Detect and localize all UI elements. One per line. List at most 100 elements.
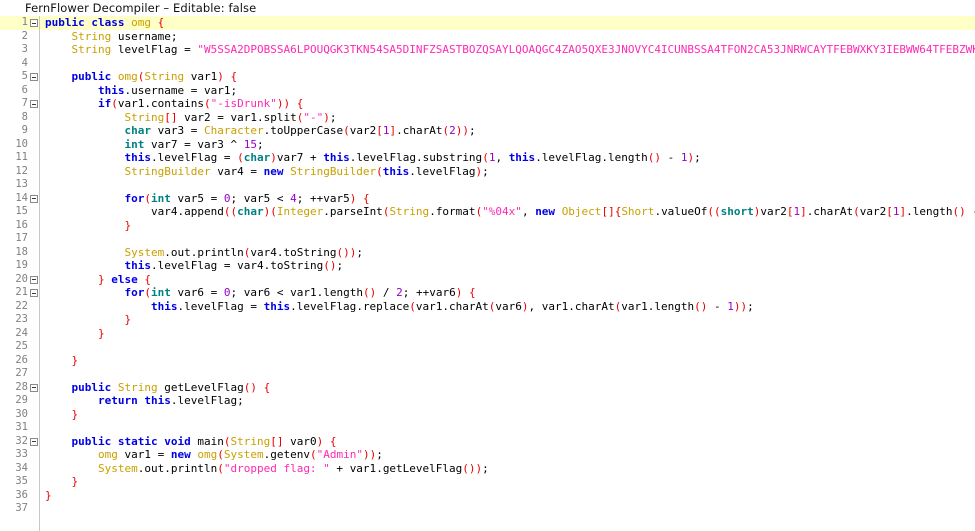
- code-line[interactable]: System.out.println("dropped flag: " + va…: [40, 462, 975, 476]
- gutter-row[interactable]: 17: [0, 232, 39, 246]
- code-line[interactable]: String levelFlag = "W5SSA2DPOBSSA6LPOUQG…: [40, 43, 975, 57]
- gutter-row[interactable]: 15: [0, 205, 39, 219]
- gutter-row[interactable]: 13: [0, 178, 39, 192]
- line-number: 9: [21, 124, 28, 136]
- code-line[interactable]: String[] var2 = var1.split("-");: [40, 111, 975, 125]
- code-line[interactable]: [40, 367, 975, 381]
- code-line[interactable]: public omg(String var1) {: [40, 70, 975, 84]
- code-line[interactable]: [40, 421, 975, 435]
- gutter-row[interactable]: 23: [0, 313, 39, 327]
- gutter-row[interactable]: 2: [0, 30, 39, 44]
- line-number: 3: [21, 43, 28, 55]
- code-line[interactable]: [40, 57, 975, 71]
- gutter-row[interactable]: 28: [0, 381, 39, 395]
- code-line[interactable]: public static void main(String[] var0) {: [40, 435, 975, 449]
- code-editor[interactable]: 1 2 3 4 5 6 7 8 9 10 11 12 13 14 15 16 17 18 19 20 21 22 23 24 2…: [0, 16, 975, 531]
- line-number: 13: [15, 178, 28, 190]
- code-line[interactable]: }: [40, 327, 975, 341]
- code-line[interactable]: [40, 232, 975, 246]
- gutter-row[interactable]: 20: [0, 273, 39, 287]
- code-line[interactable]: [40, 502, 975, 516]
- gutter-row[interactable]: 11: [0, 151, 39, 165]
- gutter-row[interactable]: 8: [0, 111, 39, 125]
- code-line[interactable]: if(var1.contains("-isDrunk")) {: [40, 97, 975, 111]
- code-line[interactable]: } else {: [40, 273, 975, 287]
- code-line[interactable]: String username;: [40, 30, 975, 44]
- code-line[interactable]: this.username = var1;: [40, 84, 975, 98]
- line-number: 28: [15, 380, 28, 393]
- gutter-row[interactable]: 14: [0, 192, 39, 206]
- code-line[interactable]: omg var1 = new omg(System.getenv("Admin"…: [40, 448, 975, 462]
- fold-collapse-icon[interactable]: [30, 73, 38, 81]
- code-line[interactable]: return this.levelFlag;: [40, 394, 975, 408]
- line-number: 15: [15, 205, 28, 217]
- code-line[interactable]: this.levelFlag = var4.toString();: [40, 259, 975, 273]
- gutter-row[interactable]: 19: [0, 259, 39, 273]
- line-number-gutter[interactable]: 1 2 3 4 5 6 7 8 9 10 11 12 13 14 15 16 17 18 19 20 21 22 23 24 2…: [0, 16, 40, 531]
- code-line[interactable]: public String getLevelFlag() {: [40, 381, 975, 395]
- fold-collapse-icon[interactable]: [30, 289, 38, 297]
- gutter-row[interactable]: 16: [0, 219, 39, 233]
- code-line[interactable]: for(int var5 = 0; var5 < 4; ++var5) {: [40, 192, 975, 206]
- code-line[interactable]: }: [40, 408, 975, 422]
- gutter-row[interactable]: 6: [0, 84, 39, 98]
- fold-collapse-icon[interactable]: [30, 19, 38, 27]
- code-line[interactable]: public class omg {: [40, 16, 975, 30]
- gutter-row[interactable]: 31: [0, 421, 39, 435]
- code-line[interactable]: }: [40, 313, 975, 327]
- code-line[interactable]: for(int var6 = 0; var6 < var1.length() /…: [40, 286, 975, 300]
- code-area[interactable]: public class omg { String username; Stri…: [40, 16, 975, 531]
- gutter-row[interactable]: 12: [0, 165, 39, 179]
- gutter-row[interactable]: 35: [0, 475, 39, 489]
- gutter-row[interactable]: 18: [0, 246, 39, 260]
- gutter-row[interactable]: 32: [0, 435, 39, 449]
- fold-collapse-icon[interactable]: [30, 437, 38, 446]
- line-number: 14: [15, 191, 28, 204]
- code-line[interactable]: StringBuilder var4 = new StringBuilder(t…: [40, 165, 975, 179]
- code-line[interactable]: [40, 340, 975, 354]
- gutter-row[interactable]: 1: [0, 16, 39, 30]
- code-line[interactable]: }: [40, 354, 975, 368]
- gutter-row[interactable]: 34: [0, 462, 39, 476]
- line-number: 35: [15, 475, 28, 487]
- gutter-row[interactable]: 30: [0, 408, 39, 422]
- line-number: 33: [15, 448, 28, 460]
- line-number: 21: [15, 286, 28, 298]
- fold-collapse-icon[interactable]: [30, 100, 38, 108]
- code-line[interactable]: }: [40, 219, 975, 233]
- gutter-row[interactable]: 33: [0, 448, 39, 462]
- gutter-row[interactable]: 7: [0, 97, 39, 111]
- gutter-row[interactable]: 4: [0, 57, 39, 71]
- gutter-row[interactable]: 24: [0, 327, 39, 341]
- gutter-row[interactable]: 22: [0, 300, 39, 314]
- gutter-row[interactable]: 25: [0, 340, 39, 354]
- line-number: 18: [15, 245, 28, 258]
- line-number: 19: [15, 259, 28, 271]
- gutter-row[interactable]: 10: [0, 138, 39, 152]
- line-number: 1: [21, 16, 28, 28]
- fold-collapse-icon[interactable]: [30, 383, 38, 392]
- code-line[interactable]: [40, 178, 975, 192]
- gutter-row[interactable]: 29: [0, 394, 39, 408]
- fold-collapse-icon[interactable]: [30, 194, 38, 203]
- code-line[interactable]: this.levelFlag = this.levelFlag.replace(…: [40, 300, 975, 314]
- gutter-row[interactable]: 37: [0, 502, 39, 516]
- code-line[interactable]: }: [40, 475, 975, 489]
- code-line[interactable]: var4.append((char)(Integer.parseInt(Stri…: [40, 205, 975, 219]
- fold-collapse-icon[interactable]: [30, 275, 38, 284]
- gutter-row[interactable]: 36: [0, 489, 39, 503]
- code-line[interactable]: System.out.println(var4.toString());: [40, 246, 975, 260]
- code-line[interactable]: int var7 = var3 ^ 15;: [40, 138, 975, 152]
- code-line[interactable]: this.levelFlag = (char)var7 + this.level…: [40, 151, 975, 165]
- window-title: FernFlower Decompiler – Editable: false: [0, 0, 975, 16]
- line-number: 16: [15, 218, 28, 231]
- gutter-row[interactable]: 5: [0, 70, 39, 84]
- line-number: 17: [15, 232, 28, 244]
- gutter-row[interactable]: 3: [0, 43, 39, 57]
- code-line[interactable]: }: [40, 489, 975, 503]
- gutter-row[interactable]: 9: [0, 124, 39, 138]
- gutter-row[interactable]: 26: [0, 354, 39, 368]
- gutter-row[interactable]: 21: [0, 286, 39, 300]
- code-line[interactable]: char var3 = Character.toUpperCase(var2[1…: [40, 124, 975, 138]
- gutter-row[interactable]: 27: [0, 367, 39, 381]
